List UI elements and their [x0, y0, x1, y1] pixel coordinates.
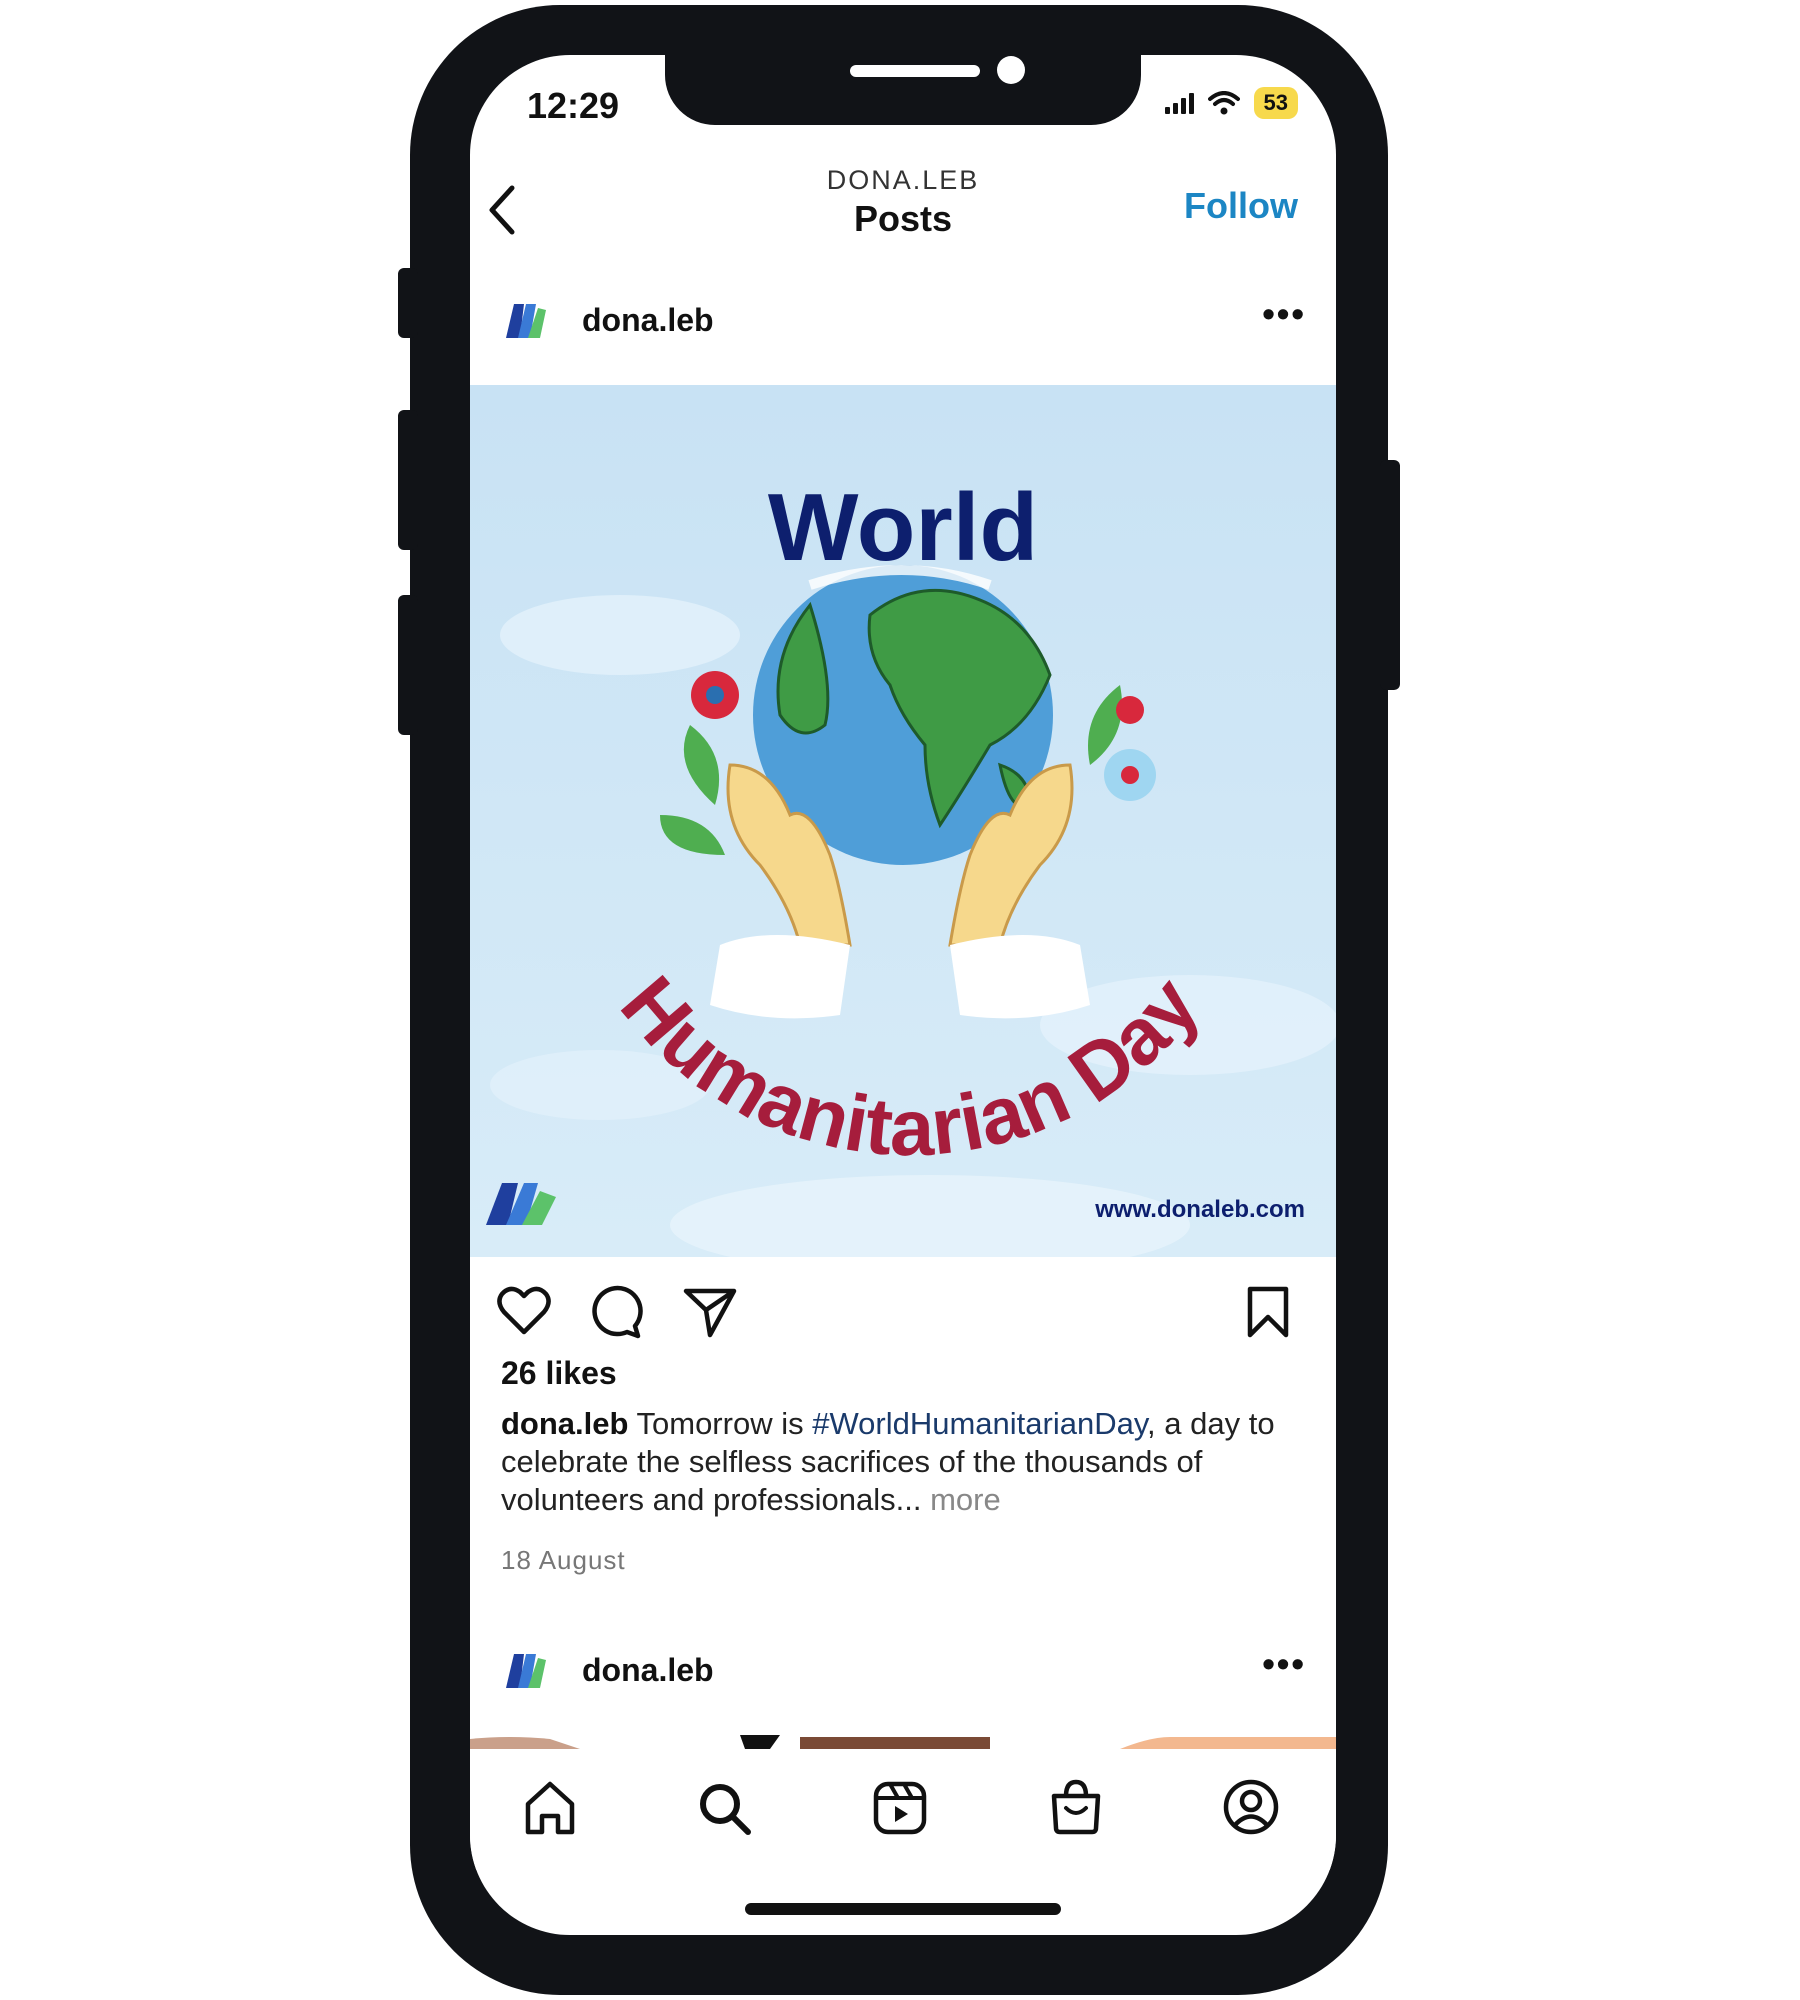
more-options-icon[interactable]: ••• — [1262, 293, 1306, 335]
post-header: dona.leb — [500, 290, 714, 350]
home-icon[interactable] — [522, 1780, 578, 1836]
side-button-power — [1380, 460, 1400, 690]
battery-icon: 53 — [1253, 87, 1298, 119]
avatar[interactable] — [500, 294, 552, 346]
phone-screen: 12:29 53 DONA.LEB Posts Follow dona.leb … — [470, 55, 1336, 1935]
caption-hashtag[interactable]: #WorldHumanitarianDay — [812, 1406, 1147, 1441]
caption-username[interactable]: dona.leb — [501, 1406, 628, 1441]
wifi-icon — [1207, 91, 1240, 115]
next-post-image-peek[interactable] — [470, 1735, 1336, 1749]
post-actions — [470, 1285, 1336, 1345]
tab-bar — [470, 1750, 1336, 1870]
comment-icon[interactable] — [588, 1285, 644, 1339]
profile-icon[interactable] — [1222, 1778, 1280, 1836]
more-options-icon[interactable]: ••• — [1262, 1643, 1306, 1685]
notch — [665, 55, 1141, 125]
bookmark-icon[interactable] — [1244, 1285, 1292, 1339]
next-post-header: dona.leb — [500, 1640, 714, 1700]
caption-text: Tomorrow is — [628, 1406, 813, 1441]
reels-icon[interactable] — [872, 1780, 928, 1836]
home-indicator[interactable] — [745, 1903, 1061, 1915]
post-image[interactable]: World Humanitarian Day www.donaleb.com — [470, 385, 1336, 1257]
caption-more-link[interactable]: more — [921, 1482, 1001, 1517]
post-username[interactable]: dona.leb — [582, 302, 714, 339]
post-date: 18 August — [501, 1545, 626, 1575]
search-icon[interactable] — [696, 1780, 752, 1836]
image-title-world: World — [768, 474, 1038, 581]
side-button-volume-up — [398, 410, 418, 550]
side-button-silent — [398, 268, 418, 338]
next-post-username[interactable]: dona.leb — [582, 1652, 714, 1689]
heart-icon[interactable] — [496, 1285, 552, 1337]
speaker — [850, 65, 980, 77]
likes-count[interactable]: 26 likes — [501, 1355, 617, 1392]
avatar[interactable] — [500, 1644, 552, 1696]
share-icon[interactable] — [682, 1285, 738, 1339]
status-icons: 53 — [1164, 87, 1298, 119]
side-button-volume-down — [398, 595, 418, 735]
camera — [997, 56, 1025, 84]
status-time: 12:29 — [527, 85, 620, 126]
shop-icon[interactable] — [1048, 1778, 1104, 1836]
follow-button[interactable]: Follow — [1184, 185, 1298, 227]
signal-icon — [1164, 93, 1194, 114]
post-caption: dona.leb Tomorrow is #WorldHumanitarianD… — [501, 1405, 1291, 1519]
image-website: www.donaleb.com — [1094, 1196, 1305, 1223]
